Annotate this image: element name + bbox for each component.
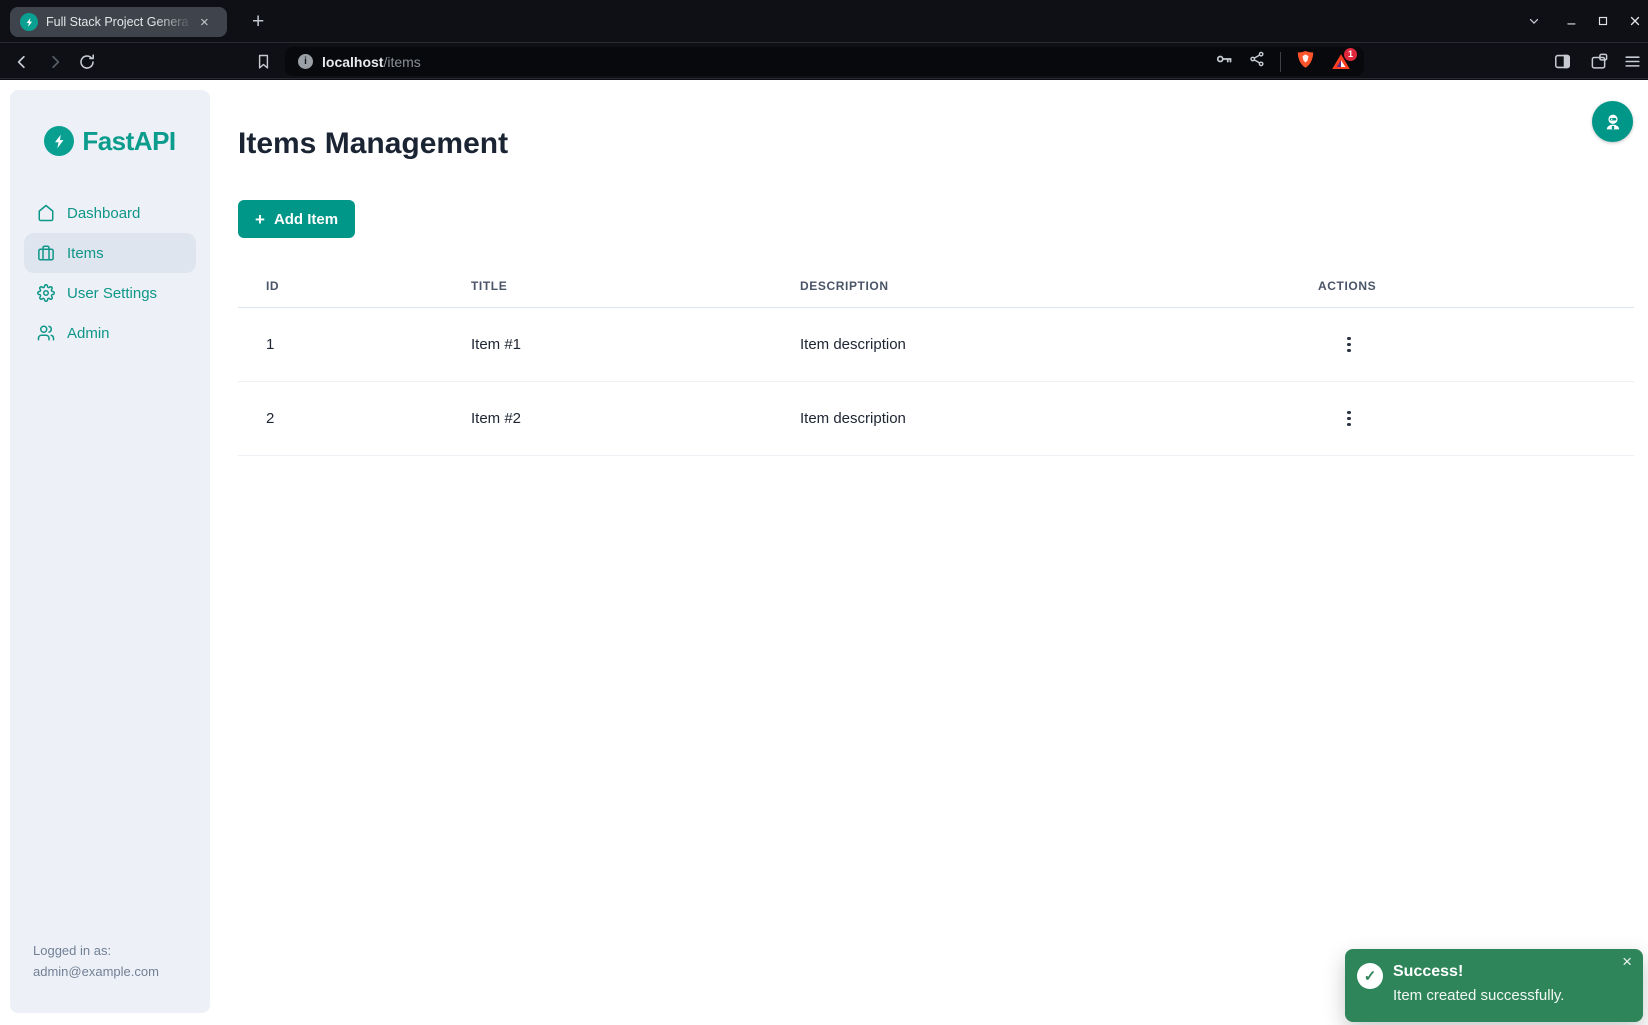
sidebar-item-user-settings[interactable]: User Settings xyxy=(24,273,196,313)
sidebar-item-label: User Settings xyxy=(67,285,157,302)
row-actions-kebab-icon[interactable] xyxy=(1336,406,1362,432)
header-title: TITLE xyxy=(471,279,800,293)
browser-menu-hamburger-icon[interactable] xyxy=(1617,44,1647,79)
toast-close-icon[interactable]: × xyxy=(1622,953,1632,970)
logo-text: FastAPI xyxy=(82,126,175,157)
sidebar-item-label: Items xyxy=(67,245,104,262)
bookmark-icon[interactable] xyxy=(248,44,278,79)
password-key-icon[interactable] xyxy=(1214,49,1234,74)
cell-description: Item description xyxy=(800,336,1318,353)
cell-description: Item description xyxy=(800,410,1318,427)
add-item-label: Add Item xyxy=(274,211,338,228)
tab-search-chevron-icon[interactable] xyxy=(1521,8,1547,34)
cell-title: Item #1 xyxy=(471,336,800,353)
app-page: FastAPI Dashboard Items User Settings Ad… xyxy=(0,80,1648,1025)
window-minimize-button[interactable] xyxy=(1559,8,1585,34)
fastapi-bolt-icon xyxy=(44,126,74,156)
reload-button[interactable] xyxy=(72,44,102,79)
sidebar-item-label: Dashboard xyxy=(67,205,140,222)
share-icon[interactable] xyxy=(1248,50,1266,73)
home-icon xyxy=(37,204,55,222)
add-item-button[interactable]: + Add Item xyxy=(238,200,355,238)
url-text: localhost/items xyxy=(322,54,421,70)
header-description: DESCRIPTION xyxy=(800,279,1318,293)
sidebar-item-admin[interactable]: Admin xyxy=(24,313,196,353)
fastapi-logo: FastAPI xyxy=(10,124,210,158)
tab-strip: Full Stack Project Genera × + xyxy=(0,0,1648,43)
tab-title: Full Stack Project Genera xyxy=(46,15,198,29)
browser-toolbar: i localhost/items 1 xyxy=(0,44,1648,79)
table-header-row: ID TITLE DESCRIPTION ACTIONS xyxy=(238,265,1634,308)
logged-in-label: Logged in as: xyxy=(33,941,159,962)
browser-tab[interactable]: Full Stack Project Genera × xyxy=(10,7,227,37)
new-tab-button[interactable]: + xyxy=(252,9,264,35)
briefcase-icon xyxy=(37,244,55,262)
items-table: ID TITLE DESCRIPTION ACTIONS 1 Item #1 I… xyxy=(238,265,1634,456)
logged-in-footer: Logged in as: admin@example.com xyxy=(33,941,159,983)
forward-button[interactable] xyxy=(40,44,70,79)
table-row: 2 Item #2 Item description xyxy=(238,382,1634,456)
cell-id: 2 xyxy=(238,410,471,427)
success-toast: ✓ Success! Item created successfully. × xyxy=(1345,949,1643,1022)
brave-rewards-bat-icon[interactable]: 1 xyxy=(1330,51,1352,73)
check-circle-icon: ✓ xyxy=(1357,963,1383,989)
back-button[interactable] xyxy=(7,44,37,79)
sidebar-nav: Dashboard Items User Settings Admin xyxy=(10,193,210,353)
user-astronaut-icon xyxy=(1602,111,1624,133)
sidebar-item-dashboard[interactable]: Dashboard xyxy=(24,193,196,233)
url-host: localhost xyxy=(322,54,383,70)
cell-id: 1 xyxy=(238,336,471,353)
row-actions-kebab-icon[interactable] xyxy=(1336,332,1362,358)
browser-chrome: Full Stack Project Genera × + xyxy=(0,0,1648,80)
user-menu-avatar-button[interactable] xyxy=(1592,101,1633,142)
window-maximize-button[interactable] xyxy=(1590,8,1616,34)
sidebar-item-label: Admin xyxy=(67,325,110,342)
address-bar[interactable]: i localhost/items 1 xyxy=(285,47,1364,76)
table-row: 1 Item #1 Item description xyxy=(238,308,1634,382)
header-actions: ACTIONS xyxy=(1318,279,1634,293)
users-icon xyxy=(37,324,55,342)
sidebar-item-items[interactable]: Items xyxy=(24,233,196,273)
tab-close-icon[interactable]: × xyxy=(200,15,209,30)
toast-title: Success! xyxy=(1393,962,1564,981)
gear-icon xyxy=(37,284,55,302)
sidebar-panel-icon[interactable] xyxy=(1547,44,1577,79)
plus-icon: + xyxy=(255,211,265,228)
toolbar-divider xyxy=(1280,52,1281,72)
header-id: ID xyxy=(238,279,471,293)
rewards-badge: 1 xyxy=(1344,48,1357,61)
cell-title: Item #2 xyxy=(471,410,800,427)
sidebar: FastAPI Dashboard Items User Settings Ad… xyxy=(10,90,210,1013)
brave-shield-icon[interactable] xyxy=(1295,49,1316,75)
wallet-icon[interactable] xyxy=(1584,44,1614,79)
fastapi-favicon-icon xyxy=(20,13,38,31)
page-title: Items Management xyxy=(238,126,1634,162)
logged-in-email: admin@example.com xyxy=(33,962,159,983)
window-close-button[interactable] xyxy=(1622,8,1648,34)
url-path: /items xyxy=(383,54,420,70)
site-info-icon[interactable]: i xyxy=(298,54,313,69)
main-content: Items Management + Add Item ID TITLE DES… xyxy=(238,80,1634,456)
toast-message: Item created successfully. xyxy=(1393,987,1564,1005)
